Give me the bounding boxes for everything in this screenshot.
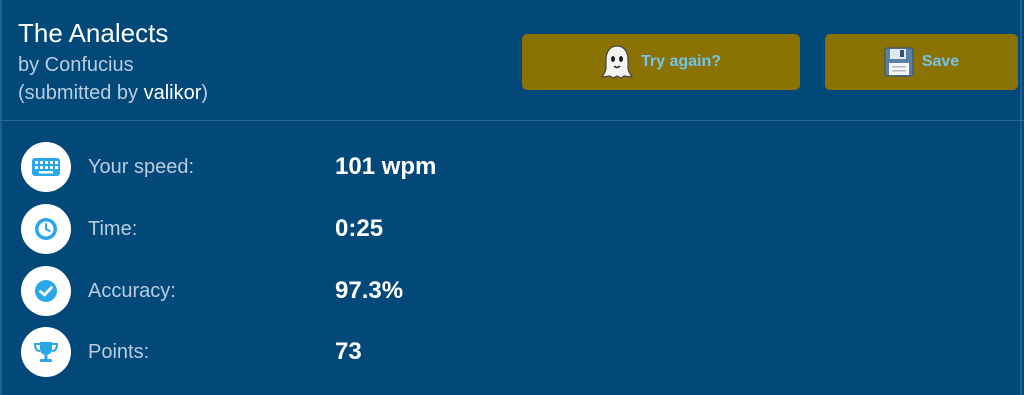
submitted-by: (submitted by valikor): [18, 82, 208, 105]
text-title: The Analects: [18, 18, 169, 48]
checkmark-icon: [21, 266, 71, 316]
try-again-label: Try again?: [640, 53, 722, 70]
save-button[interactable]: Save: [825, 34, 1018, 90]
time-value: 0:25: [335, 215, 384, 242]
clock-icon: [21, 204, 71, 254]
speed-label: Your speed:: [88, 156, 195, 178]
trophy-icon: [21, 327, 71, 377]
speed-value: 101 wpm: [335, 153, 437, 180]
ghost-icon: [600, 44, 633, 80]
save-label: Save: [921, 53, 960, 70]
stat-row-time: Time: 0:25: [0, 204, 1024, 256]
accuracy-label: Accuracy:: [88, 280, 176, 302]
submitted-prefix: (submitted by: [18, 82, 144, 104]
accuracy-value: 97.3%: [335, 277, 404, 304]
submitter-username[interactable]: valikor: [144, 82, 202, 104]
stat-row-speed: Your speed: 101 wpm: [0, 142, 1024, 194]
points-value: 73: [335, 338, 362, 365]
keyboard-icon: [21, 142, 71, 192]
text-info-header: The Analects by Confucius (submitted by …: [0, 0, 1024, 121]
time-label: Time:: [88, 218, 138, 240]
try-again-button[interactable]: Try again?: [522, 34, 800, 90]
submitted-suffix: ): [201, 82, 209, 104]
stat-row-points: Points: 73: [0, 327, 1024, 379]
points-label: Points:: [88, 341, 150, 363]
text-author: by Confucius: [18, 54, 134, 76]
stat-row-accuracy: Accuracy: 97.3%: [0, 266, 1024, 318]
floppy-disk-icon: [884, 47, 914, 77]
